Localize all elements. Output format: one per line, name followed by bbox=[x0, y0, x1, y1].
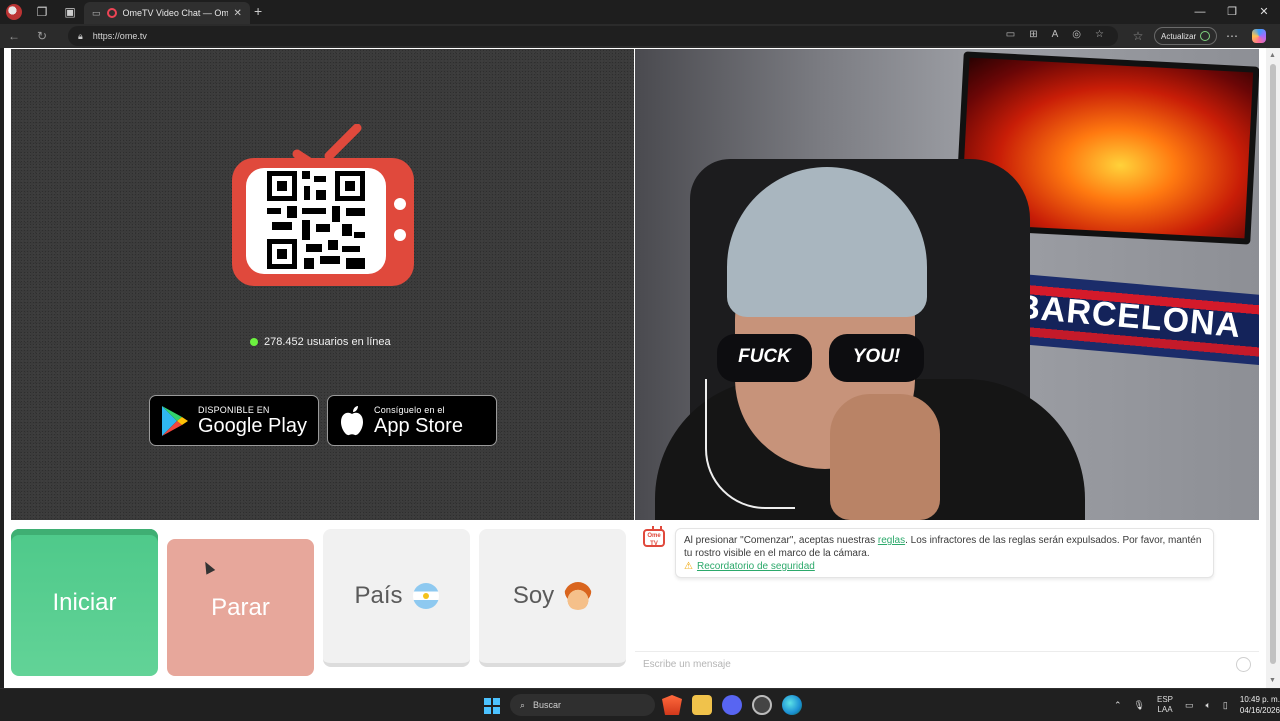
file-explorer-icon[interactable] bbox=[692, 695, 712, 715]
google-play-big-text: Google Play bbox=[198, 414, 307, 437]
taskbar-search-label: Buscar bbox=[533, 700, 562, 710]
tab-audio-icon[interactable]: ▭ bbox=[92, 8, 101, 19]
app-store-button[interactable]: Consíguelo en el App Store bbox=[327, 395, 497, 446]
novelty-glasses: FUCK YOU! bbox=[717, 334, 927, 384]
scroll-down-icon[interactable]: ▼ bbox=[1269, 677, 1276, 684]
clock-time: 10:49 p. m. bbox=[1239, 695, 1280, 704]
online-users-indicator: 278.452 usuarios en línea bbox=[250, 336, 391, 348]
message-input-placeholder: Escribe un mensaje bbox=[643, 658, 731, 670]
start-menu-icon[interactable] bbox=[484, 698, 500, 714]
ometv-favicon-icon bbox=[106, 8, 117, 18]
chat-panel: Ome TV Al presionar "Comenzar", aceptas … bbox=[635, 520, 1259, 676]
browser-tab-strip: ❐ ▣ ▭ OmeTV Video Chat — Omeg ✕ + — ❐ ✕ bbox=[0, 0, 1280, 24]
discord-icon[interactable] bbox=[722, 695, 742, 715]
update-label: Actualizar bbox=[1161, 31, 1197, 41]
address-bar-icons: ▭ ⊞ A ◎ ☆ bbox=[1006, 29, 1104, 40]
apps-icon[interactable]: ⊞ bbox=[1029, 29, 1037, 40]
navigation-bar: ← ↻ 🔒︎ https://ome.tv ▭ ⊞ A ◎ ☆ ☆ Actual… bbox=[0, 24, 1280, 48]
scrollbar-thumb[interactable] bbox=[1270, 64, 1276, 664]
windows-taskbar: ⌕ Buscar ⌃ 🎙︎ ESP LAA ▭ 🔈︎ ▯ 10:49 p. m.… bbox=[0, 688, 1280, 720]
steam-icon[interactable] bbox=[752, 695, 772, 715]
new-tab-icon[interactable]: + bbox=[254, 3, 262, 19]
close-window-icon[interactable]: ✕ bbox=[1248, 0, 1280, 24]
system-clock[interactable]: 10:49 p. m. 04/16/2026 bbox=[1240, 694, 1280, 716]
apple-logo-icon bbox=[341, 405, 363, 435]
stop-button[interactable]: Parar bbox=[167, 539, 314, 676]
google-play-small-text: DISPONIBLE EN bbox=[198, 404, 270, 415]
safety-reminder-link[interactable]: Recordatorio de seguridad bbox=[697, 561, 815, 572]
google-play-icon bbox=[162, 405, 188, 436]
clock-date: 04/16/2026 bbox=[1239, 706, 1280, 715]
microphone-icon[interactable]: 🎙︎ bbox=[1134, 700, 1145, 711]
system-tray: ⌃ 🎙︎ ESP LAA ▭ 🔈︎ ▯ 10:49 p. m. 04/16/20… bbox=[1114, 689, 1280, 721]
extensions-icon[interactable]: ◎ bbox=[1072, 29, 1081, 40]
lang-top: ESP bbox=[1156, 695, 1173, 704]
notice-prefix: Al presionar "Comenzar", aceptas nuestra… bbox=[684, 535, 878, 546]
glasses-right-text: YOU! bbox=[852, 346, 901, 367]
back-icon[interactable]: ← bbox=[0, 29, 28, 43]
favorite-star-icon[interactable]: ☆ bbox=[1095, 29, 1104, 40]
volume-icon[interactable]: 🔈︎ bbox=[1206, 700, 1211, 711]
warning-icon: ⚠ bbox=[684, 561, 693, 572]
online-status-dot-icon bbox=[250, 338, 258, 346]
stop-button-label: Parar bbox=[211, 593, 270, 621]
vertical-scrollbar[interactable]: ▲ ▼ bbox=[1266, 48, 1280, 688]
brave-browser-icon[interactable] bbox=[662, 695, 682, 715]
emoji-picker-icon[interactable] bbox=[1236, 657, 1251, 672]
rules-link[interactable]: reglas bbox=[878, 535, 905, 546]
taskbar-search[interactable]: ⌕ Buscar bbox=[510, 694, 655, 716]
minimize-icon[interactable]: — bbox=[1184, 0, 1216, 24]
ometv-qr-logo-icon bbox=[232, 124, 414, 286]
maximize-icon[interactable]: ❐ bbox=[1216, 0, 1248, 24]
show-hidden-icons-icon[interactable]: ⌃ bbox=[1114, 700, 1122, 711]
collections-icon[interactable]: ☆ bbox=[1124, 29, 1152, 43]
tab-close-icon[interactable]: ✕ bbox=[234, 8, 242, 19]
refresh-icon[interactable]: ↻ bbox=[28, 29, 56, 43]
tab-ometv[interactable]: ▭ OmeTV Video Chat — Omeg ✕ bbox=[84, 2, 250, 24]
edge-browser-icon[interactable] bbox=[782, 695, 802, 715]
tab-actions-icon[interactable]: ▣ bbox=[56, 0, 84, 24]
app-store-big-text: App Store bbox=[374, 414, 463, 437]
self-camera-video: BARCELONA FUCK YOU! bbox=[635, 49, 1259, 520]
scroll-up-icon[interactable]: ▲ bbox=[1269, 52, 1276, 59]
glasses-left-text: FUCK bbox=[738, 346, 791, 367]
country-button[interactable]: País bbox=[323, 529, 470, 667]
app-store-small-text: Consíguelo en el bbox=[374, 404, 445, 415]
more-menu-icon[interactable]: ⋯ bbox=[1226, 29, 1238, 43]
boy-emoji-icon bbox=[564, 582, 593, 610]
google-play-button[interactable]: DISPONIBLE EN Google Play bbox=[149, 395, 319, 446]
message-input[interactable]: Escribe un mensaje bbox=[635, 651, 1259, 676]
ometv-chat-logo-icon: Ome TV bbox=[643, 526, 665, 547]
taskbar-apps bbox=[662, 695, 802, 715]
input-language[interactable]: ESP LAA bbox=[1157, 695, 1173, 715]
battery-icon[interactable]: ▯ bbox=[1223, 700, 1228, 711]
browser-menu-area: ⋯ bbox=[1226, 24, 1266, 48]
tab-title: OmeTV Video Chat — Omeg bbox=[122, 8, 228, 18]
argentina-flag-icon bbox=[412, 583, 439, 609]
lock-icon[interactable]: 🔒︎ bbox=[78, 31, 83, 42]
search-icon: ⌕ bbox=[520, 699, 526, 710]
lang-bottom: LAA bbox=[1157, 705, 1173, 714]
partner-video-panel: 278.452 usuarios en línea DISPONIBLE EN … bbox=[11, 49, 634, 520]
copilot-icon[interactable] bbox=[1252, 29, 1266, 43]
start-button-label: Iniciar bbox=[52, 588, 117, 616]
gender-button-label: Soy bbox=[512, 582, 555, 609]
country-button-label: País bbox=[354, 582, 403, 609]
person-hand bbox=[830, 394, 940, 520]
rules-notice-message: Al presionar "Comenzar", aceptas nuestra… bbox=[675, 528, 1214, 578]
workspaces-icon[interactable]: ❐ bbox=[28, 0, 56, 24]
profile-avatar-icon[interactable] bbox=[6, 4, 22, 20]
banner-text: BARCELONA bbox=[1013, 287, 1243, 346]
address-bar[interactable]: 🔒︎ https://ome.tv ▭ ⊞ A ◎ ☆ bbox=[68, 26, 1118, 46]
update-button[interactable]: Actualizar bbox=[1154, 27, 1218, 45]
network-icon[interactable]: ▭ bbox=[1185, 700, 1194, 711]
read-aloud-icon[interactable]: A bbox=[1052, 29, 1059, 40]
camera-permission-icon[interactable]: ▭ bbox=[1006, 29, 1015, 40]
start-button[interactable]: Iniciar bbox=[11, 529, 158, 676]
update-icon bbox=[1200, 31, 1211, 41]
gender-button[interactable]: Soy bbox=[479, 529, 626, 667]
online-users-count: 278.452 usuarios en línea bbox=[264, 336, 391, 348]
url-text: https://ome.tv bbox=[92, 31, 147, 41]
window-controls: — ❐ ✕ bbox=[1184, 0, 1280, 24]
